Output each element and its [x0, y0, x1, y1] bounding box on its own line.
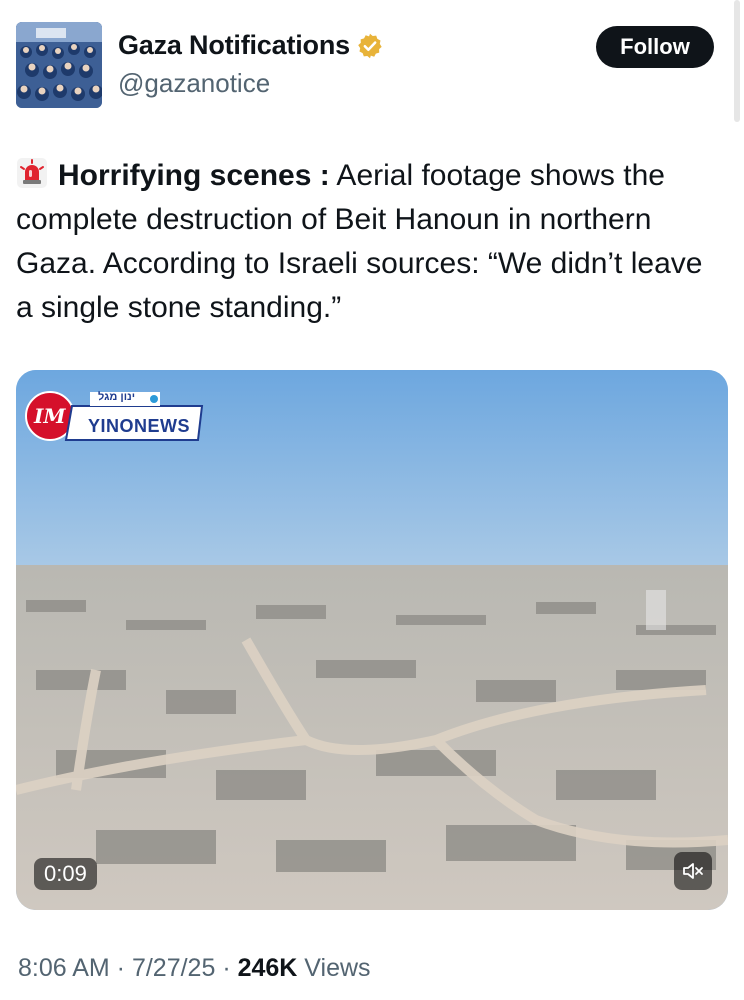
verified-badge-icon: [358, 33, 382, 58]
meta-separator: ·: [109, 954, 132, 982]
views-count: 246K: [237, 954, 298, 982]
tweet-header: Gaza Notifications @gazanotice Follow: [16, 22, 728, 112]
author-name-row: Gaza Notifications: [118, 30, 384, 61]
watermark-mark: IM: [34, 404, 66, 428]
tweet-date[interactable]: 7/27/25: [132, 954, 215, 982]
tweet-headline: Horrifying scenes :: [58, 159, 330, 192]
video-frame: [16, 370, 728, 910]
tweet-time[interactable]: 8:06 AM: [18, 954, 110, 982]
watermark-brand: YINONEWS: [88, 416, 191, 436]
video-timer: 0:09: [34, 858, 97, 890]
video-player[interactable]: IM ינון מגל YINONEWS 0:09: [16, 370, 728, 910]
avatar[interactable]: [16, 22, 102, 108]
watermark-hebrew: ינון מגל: [98, 391, 136, 403]
mute-icon: [683, 863, 703, 879]
follow-button[interactable]: Follow: [596, 26, 714, 68]
scrollbar[interactable]: [734, 0, 740, 122]
author-handle[interactable]: @gazanotice: [118, 68, 270, 99]
views-label: Views: [297, 954, 371, 982]
siren-icon: [17, 158, 47, 188]
tweet-meta: 8:06 AM · 7/27/25 · 246K Views: [18, 954, 371, 983]
meta-separator: ·: [215, 954, 238, 982]
author-name[interactable]: Gaza Notifications: [118, 30, 350, 61]
tweet-text: Horrifying scenes : Aerial footage shows…: [16, 154, 722, 330]
yinonews-watermark: IM ינון מגל YINONEWS: [22, 384, 212, 444]
mute-button[interactable]: [674, 852, 712, 890]
